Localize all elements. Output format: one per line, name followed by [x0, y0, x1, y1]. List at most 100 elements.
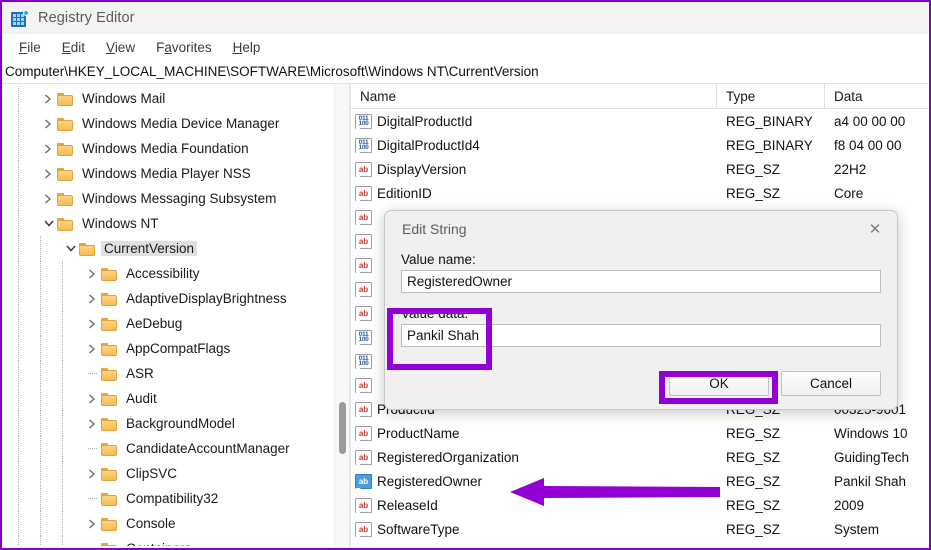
- value-data-cell: System: [825, 522, 929, 537]
- value-data-cell: Windows 10: [825, 426, 929, 441]
- tree-item-windows-media-device-manager[interactable]: Windows Media Device Manager: [2, 111, 349, 136]
- value-name-input[interactable]: RegisteredOwner: [401, 270, 881, 293]
- tree-item-appcompatflags[interactable]: AppCompatFlags: [2, 336, 349, 361]
- chevron-right-icon[interactable]: [84, 461, 101, 486]
- folder-icon: [57, 192, 74, 206]
- table-row[interactable]: abEditionIDREG_SZCore: [351, 181, 929, 205]
- table-row[interactable]: abRegisteredOwnerREG_SZPankil Shah: [351, 469, 929, 493]
- value-name-text: ProductName: [372, 426, 460, 441]
- table-row[interactable]: 011100DigitalProductId4REG_BINARYf8 04 0…: [351, 133, 929, 157]
- tree-item-backgroundmodel[interactable]: BackgroundModel: [2, 411, 349, 436]
- tree-item-label: Windows Media Foundation: [79, 141, 252, 156]
- registry-editor-icon: [11, 10, 29, 27]
- tree-item-label: Console: [123, 516, 179, 531]
- value-name-label: Value name:: [401, 252, 881, 267]
- chevron-right-icon[interactable]: [40, 86, 57, 111]
- tree-item-windows-media-player-nss[interactable]: Windows Media Player NSS: [2, 161, 349, 186]
- tree-item-asr[interactable]: ASR: [2, 361, 349, 386]
- close-icon[interactable]: ✕: [853, 212, 897, 246]
- chevron-right-icon[interactable]: [84, 311, 101, 336]
- tree-item-adaptivedisplaybrightness[interactable]: AdaptiveDisplayBrightness: [2, 286, 349, 311]
- folder-icon: [101, 517, 118, 531]
- tree-item-accessibility[interactable]: Accessibility: [2, 261, 349, 286]
- tree-item-aedebug[interactable]: AeDebug: [2, 311, 349, 336]
- chevron-right-icon[interactable]: [84, 511, 101, 536]
- tree-leaf-stub: [84, 361, 101, 386]
- string-value-icon: ab: [355, 474, 372, 489]
- tree-item-label: Windows NT: [79, 216, 162, 231]
- cancel-button[interactable]: Cancel: [781, 371, 881, 396]
- menu-help[interactable]: Help: [223, 38, 272, 57]
- value-name-text: DigitalProductId: [372, 114, 472, 129]
- menu-file[interactable]: File: [9, 38, 52, 57]
- binary-value-icon: 011100: [355, 114, 372, 129]
- tree-scrollbar-thumb[interactable]: [339, 402, 346, 454]
- table-row[interactable]: abDisplayVersionREG_SZ22H2: [351, 157, 929, 181]
- column-header-data[interactable]: Data: [825, 84, 929, 108]
- value-data-input[interactable]: Pankil Shah: [401, 324, 881, 347]
- string-value-icon: ab: [355, 210, 372, 225]
- tree-item-windows-media-foundation[interactable]: Windows Media Foundation: [2, 136, 349, 161]
- chevron-right-icon[interactable]: [40, 161, 57, 186]
- value-name-text: DisplayVersion: [372, 162, 466, 177]
- value-name-cell: abReleaseId: [351, 498, 717, 513]
- tree-item-label: Compatibility32: [123, 491, 221, 506]
- chevron-right-icon[interactable]: [40, 136, 57, 161]
- menu-view[interactable]: View: [96, 38, 146, 57]
- folder-icon: [101, 292, 118, 306]
- string-value-icon: ab: [355, 402, 372, 417]
- tree-item-label: AdaptiveDisplayBrightness: [123, 291, 290, 306]
- address-bar[interactable]: Computer\HKEY_LOCAL_MACHINE\SOFTWARE\Mic…: [2, 60, 929, 84]
- menu-edit[interactable]: Edit: [52, 38, 96, 57]
- folder-icon: [101, 317, 118, 331]
- tree-item-console[interactable]: Console: [2, 511, 349, 536]
- tree-item-audit[interactable]: Audit: [2, 386, 349, 411]
- tree-item-windows-messaging-subsystem[interactable]: Windows Messaging Subsystem: [2, 186, 349, 211]
- value-type-cell: REG_SZ: [717, 498, 825, 513]
- chevron-right-icon[interactable]: [84, 261, 101, 286]
- table-row[interactable]: abReleaseIdREG_SZ2009: [351, 493, 929, 517]
- tree-item-windows-nt[interactable]: Windows NT: [2, 211, 349, 236]
- tree-item-clipsvc[interactable]: ClipSVC: [2, 461, 349, 486]
- value-type-cell: REG_SZ: [717, 450, 825, 465]
- dialog-buttons: OK Cancel: [669, 371, 881, 396]
- table-row[interactable]: abSoftwareTypeREG_SZSystem: [351, 517, 929, 541]
- tree-item-candidateaccountmanager[interactable]: CandidateAccountManager: [2, 436, 349, 461]
- ok-button[interactable]: OK: [669, 371, 769, 396]
- tree-item-compatibility32[interactable]: Compatibility32: [2, 486, 349, 511]
- value-data-cell: Core: [825, 186, 929, 201]
- value-name-text: RegisteredOwner: [372, 474, 482, 489]
- value-data-cell: a4 00 00 00: [825, 114, 929, 129]
- folder-icon: [101, 417, 118, 431]
- registry-tree[interactable]: Windows Mail Windows Media Device Manager…: [2, 84, 349, 546]
- folder-icon: [57, 142, 74, 156]
- table-row[interactable]: abRegisteredOrganizationREG_SZGuidingTec…: [351, 445, 929, 469]
- chevron-right-icon[interactable]: [84, 411, 101, 436]
- tree-leaf-stub: [84, 536, 101, 546]
- chevron-right-icon[interactable]: [84, 286, 101, 311]
- value-name-text: RegisteredOrganization: [372, 450, 519, 465]
- folder-icon: [101, 267, 118, 281]
- tree-vertical-scrollbar[interactable]: [334, 84, 349, 546]
- tree-item-windows-mail[interactable]: Windows Mail: [2, 86, 349, 111]
- chevron-right-icon[interactable]: [40, 186, 57, 211]
- menu-favorites[interactable]: Favorites: [146, 38, 223, 57]
- table-row[interactable]: abProductNameREG_SZWindows 10: [351, 421, 929, 445]
- tree-item-label: CurrentVersion: [101, 241, 197, 256]
- chevron-down-icon[interactable]: [62, 236, 79, 261]
- column-header-name[interactable]: Name: [351, 84, 717, 108]
- chevron-down-icon[interactable]: [40, 211, 57, 236]
- column-header-type[interactable]: Type: [717, 84, 825, 108]
- table-row[interactable]: 011100DigitalProductIdREG_BINARYa4 00 00…: [351, 109, 929, 133]
- edit-string-dialog: Edit String ✕ Value name: RegisteredOwne…: [384, 210, 898, 410]
- tree-item-label: Windows Mail: [79, 91, 168, 106]
- value-name-cell: 011100DigitalProductId: [351, 114, 717, 129]
- value-name-text: DigitalProductId4: [372, 138, 480, 153]
- tree-item-containers[interactable]: Containers: [2, 536, 349, 546]
- window-title: Registry Editor: [38, 10, 135, 26]
- chevron-right-icon[interactable]: [84, 336, 101, 361]
- tree-leaf-stub: [84, 486, 101, 511]
- chevron-right-icon[interactable]: [40, 111, 57, 136]
- tree-item-currentversion[interactable]: CurrentVersion: [2, 236, 349, 261]
- chevron-right-icon[interactable]: [84, 386, 101, 411]
